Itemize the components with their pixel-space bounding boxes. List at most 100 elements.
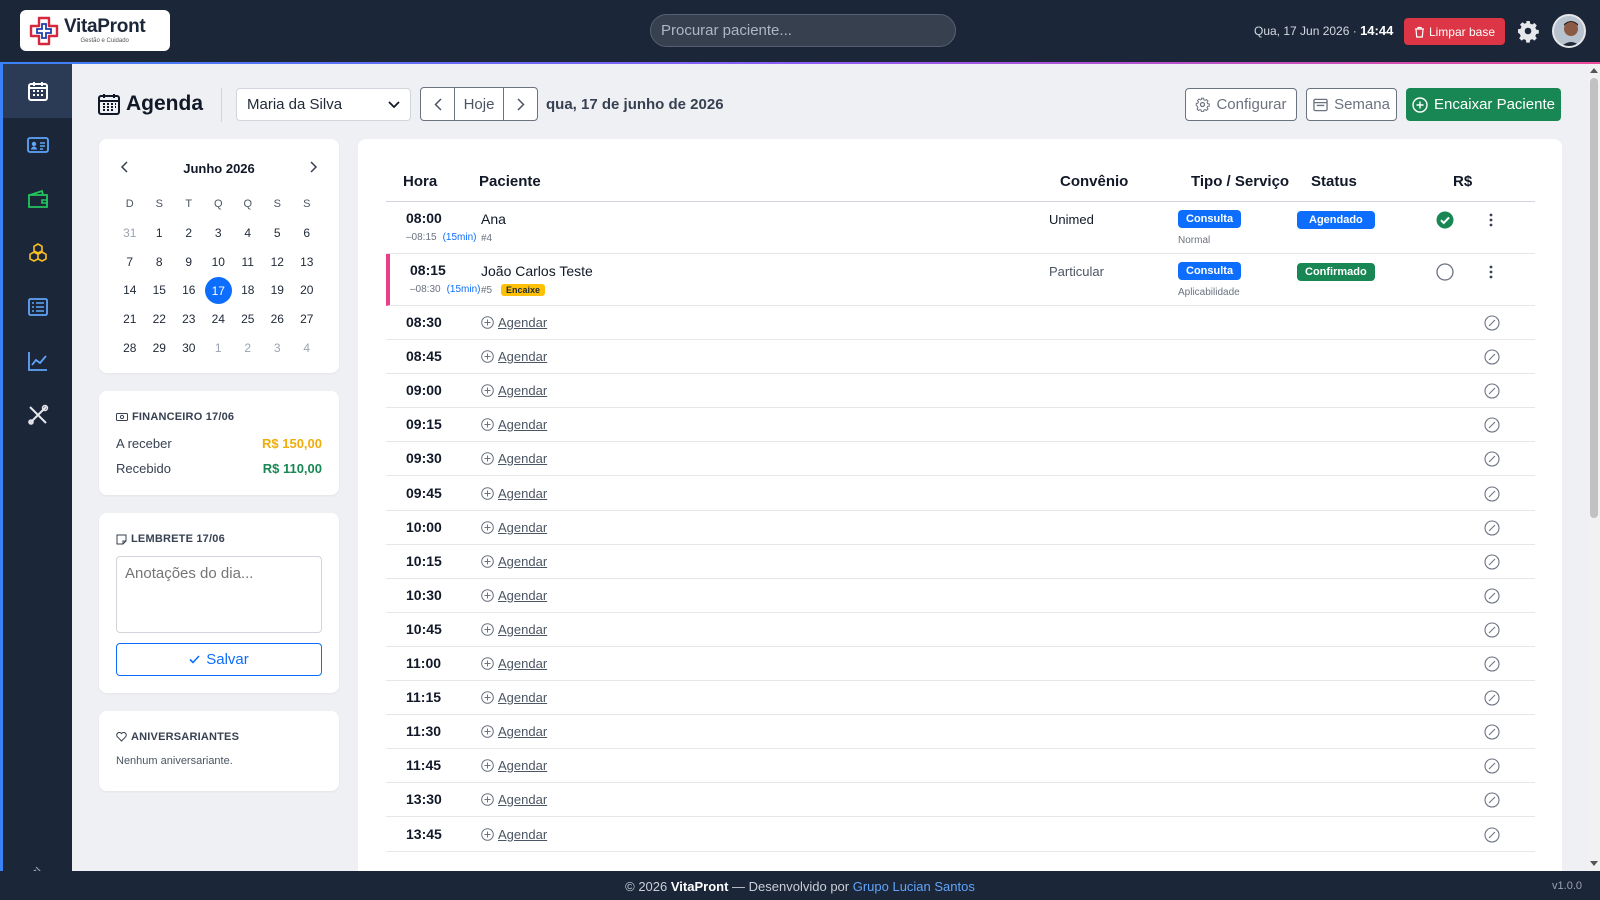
calendar-day[interactable]: 1 — [145, 219, 175, 248]
calendar-day[interactable]: 11 — [233, 247, 263, 276]
clear-database-button[interactable]: Limpar base — [1404, 18, 1505, 45]
schedule-slot-link[interactable]: Agendar — [481, 622, 547, 637]
schedule-slot-link[interactable]: Agendar — [481, 486, 547, 501]
calendar-day[interactable]: 4 — [233, 219, 263, 248]
calendar-day[interactable]: 31 — [115, 219, 145, 248]
sidebar-item-pacientes[interactable] — [3, 118, 72, 172]
block-slot-icon[interactable] — [1484, 656, 1500, 672]
schedule-slot-link[interactable]: Agendar — [481, 758, 547, 773]
appointment-row[interactable]: 08:00 –08:15 (15min) Ana #4 Unimed Consul… — [386, 202, 1535, 254]
schedule-slot-link[interactable]: Agendar — [481, 451, 547, 466]
schedule-slot-link[interactable]: Agendar — [481, 724, 547, 739]
gear-icon[interactable] — [1516, 19, 1540, 43]
scroll-up-icon[interactable] — [1589, 66, 1599, 74]
paid-check-icon[interactable] — [1436, 211, 1454, 229]
calendar-day[interactable]: 22 — [145, 305, 175, 334]
block-slot-icon[interactable] — [1484, 554, 1500, 570]
block-slot-icon[interactable] — [1484, 724, 1500, 740]
patient-name[interactable]: João Carlos Teste — [481, 263, 593, 279]
calendar-day[interactable]: 24 — [204, 305, 234, 334]
schedule-slot-link[interactable]: Agendar — [481, 417, 547, 432]
calendar-day[interactable]: 16 — [174, 276, 204, 305]
block-slot-icon[interactable] — [1484, 588, 1500, 604]
week-view-button[interactable]: Semana — [1306, 88, 1397, 121]
free-slot-row[interactable]: 10:00 Agendar — [386, 511, 1535, 545]
schedule-slot-link[interactable]: Agendar — [481, 554, 547, 569]
schedule-slot-link[interactable]: Agendar — [481, 792, 547, 807]
scroll-down-icon[interactable] — [1589, 860, 1599, 868]
more-options-icon[interactable] — [1486, 264, 1496, 280]
block-slot-icon[interactable] — [1484, 758, 1500, 774]
calendar-day[interactable]: 3 — [204, 219, 234, 248]
schedule-slot-link[interactable]: Agendar — [481, 520, 547, 535]
calendar-day[interactable]: 6 — [292, 219, 322, 248]
calendar-day[interactable]: 26 — [263, 305, 293, 334]
block-slot-icon[interactable] — [1484, 486, 1500, 502]
encaixar-paciente-button[interactable]: Encaixar Paciente — [1406, 88, 1561, 121]
calendar-day[interactable]: 14 — [115, 276, 145, 305]
configure-button[interactable]: Configurar — [1185, 88, 1297, 121]
calendar-day[interactable]: 4 — [292, 333, 322, 362]
free-slot-row[interactable]: 11:30 Agendar — [386, 715, 1535, 749]
schedule-slot-link[interactable]: Agendar — [481, 315, 547, 330]
sidebar-item-lista[interactable] — [3, 280, 72, 334]
calendar-day[interactable]: 29 — [145, 333, 175, 362]
doctor-select[interactable]: Maria da Silva — [236, 88, 411, 121]
block-slot-icon[interactable] — [1484, 792, 1500, 808]
unpaid-circle-icon[interactable] — [1436, 263, 1454, 281]
free-slot-row[interactable]: 08:45 Agendar — [386, 340, 1535, 374]
free-slot-row[interactable]: 10:45 Agendar — [386, 613, 1535, 647]
calendar-day[interactable]: 23 — [174, 305, 204, 334]
schedule-slot-link[interactable]: Agendar — [481, 690, 547, 705]
sidebar-item-financeiro[interactable] — [3, 172, 72, 226]
calendar-day[interactable]: 10 — [204, 247, 234, 276]
calendar-day[interactable]: 19 — [263, 276, 293, 305]
schedule-slot-link[interactable]: Agendar — [481, 349, 547, 364]
app-logo[interactable]: VitaPront Gestão e Cuidado — [20, 10, 170, 51]
calendar-day[interactable]: 3 — [263, 333, 293, 362]
save-notes-button[interactable]: Salvar — [116, 643, 322, 676]
block-slot-icon[interactable] — [1484, 520, 1500, 536]
schedule-slot-link[interactable]: Agendar — [481, 383, 547, 398]
calendar-next-month-icon[interactable] — [306, 160, 320, 174]
block-slot-icon[interactable] — [1484, 451, 1500, 467]
calendar-day[interactable]: 5 — [263, 219, 293, 248]
more-options-icon[interactable] — [1486, 212, 1496, 228]
calendar-day[interactable]: 9 — [174, 247, 204, 276]
footer-dev-link[interactable]: Grupo Lucian Santos — [853, 879, 975, 894]
status-badge[interactable]: Agendado — [1297, 211, 1375, 229]
previous-day-button[interactable] — [421, 88, 454, 120]
daily-notes-textarea[interactable] — [116, 556, 322, 633]
patient-search-input[interactable] — [650, 14, 956, 47]
appointment-row[interactable]: 08:15 –08:30 (15min) João Carlos Teste #5… — [386, 254, 1535, 306]
free-slot-row[interactable]: 11:15 Agendar — [386, 681, 1535, 715]
calendar-day[interactable]: 27 — [292, 305, 322, 334]
patient-name[interactable]: Ana — [481, 211, 506, 227]
block-slot-icon[interactable] — [1484, 690, 1500, 706]
sidebar-item-estoque[interactable] — [3, 226, 72, 280]
free-slot-row[interactable]: 09:15 Agendar — [386, 408, 1535, 442]
sidebar-item-relatorios[interactable] — [3, 334, 72, 388]
calendar-day[interactable]: 2 — [233, 333, 263, 362]
free-slot-row[interactable]: 10:15 Agendar — [386, 545, 1535, 579]
free-slot-row[interactable]: 13:30 Agendar — [386, 783, 1535, 817]
calendar-day[interactable]: 1 — [204, 333, 234, 362]
schedule-slot-link[interactable]: Agendar — [481, 656, 547, 671]
free-slot-row[interactable]: 13:45 Agendar — [386, 818, 1535, 852]
free-slot-row[interactable]: 11:45 Agendar — [386, 749, 1535, 783]
block-slot-icon[interactable] — [1484, 827, 1500, 843]
free-slot-row[interactable]: 11:00 Agendar — [386, 647, 1535, 681]
sidebar-item-agenda[interactable] — [3, 64, 72, 118]
schedule-slot-link[interactable]: Agendar — [481, 588, 547, 603]
calendar-day[interactable]: 15 — [145, 276, 175, 305]
calendar-day[interactable]: 2 — [174, 219, 204, 248]
calendar-day[interactable]: 21 — [115, 305, 145, 334]
calendar-day[interactable]: 12 — [263, 247, 293, 276]
calendar-day[interactable]: 20 — [292, 276, 322, 305]
page-scrollbar-thumb[interactable] — [1590, 78, 1598, 518]
calendar-day[interactable]: 18 — [233, 276, 263, 305]
today-button[interactable]: Hoje — [454, 88, 504, 120]
sidebar-item-ferramentas[interactable] — [3, 388, 72, 442]
block-slot-icon[interactable] — [1484, 349, 1500, 365]
free-slot-row[interactable]: 08:30 Agendar — [386, 306, 1535, 340]
